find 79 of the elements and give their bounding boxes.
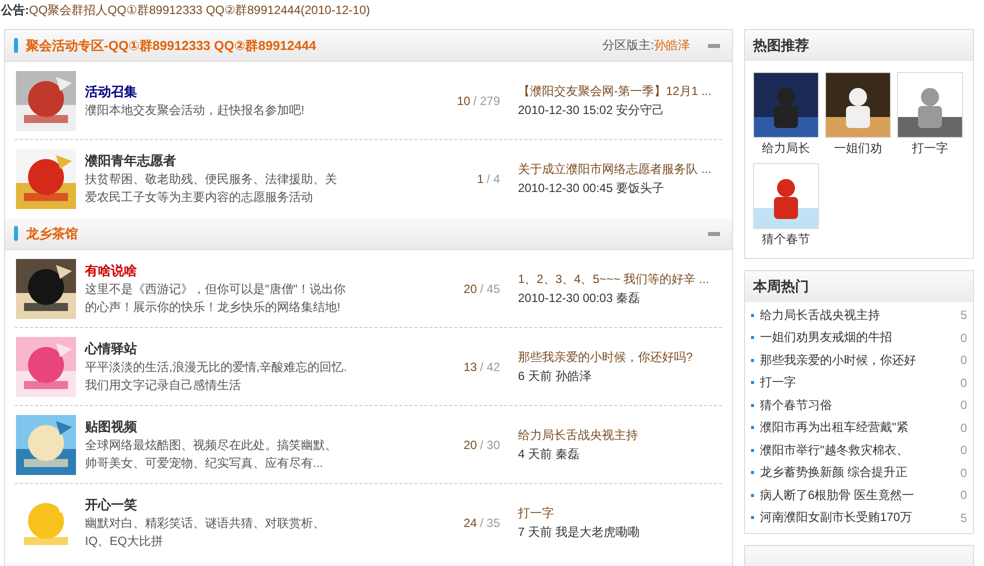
forum-description: 扶贫帮困、敬老助残、便民服务、法律援助、关爱农民工子女等为主要内容的志愿服务活动 — [85, 171, 338, 206]
post-count: / 279 — [473, 94, 500, 108]
forum-title[interactable]: 贴图视频 — [85, 418, 430, 436]
picture-caption[interactable]: 一姐们劝 — [834, 140, 882, 157]
picture-caption[interactable]: 给力局长 — [762, 140, 810, 157]
hot-topic-link[interactable]: 打一字 — [760, 374, 960, 392]
announcement-text[interactable]: QQ聚会群招人QQ①群89912333 QQ②群89912444(2010-12-10) — [29, 3, 370, 17]
bullet-icon — [751, 314, 754, 317]
last-post-link[interactable]: 打一字 — [518, 504, 722, 523]
bullet-icon — [751, 471, 754, 474]
post-count: / 35 — [480, 516, 500, 530]
reply-count: 0 — [960, 420, 967, 435]
hot-topic-link[interactable]: 给力局长舌战央视主持 — [760, 306, 960, 324]
reply-count: 0 — [960, 330, 967, 345]
reply-count: 5 — [960, 308, 967, 322]
forum-title[interactable]: 濮阳青年志愿者 — [85, 152, 430, 170]
topic-count: 13 — [464, 360, 477, 374]
hot-topic-link[interactable]: 一姐们劝男友戒烟的牛招 — [760, 329, 960, 346]
reply-count: 0 — [960, 488, 967, 502]
topic-count: 20 — [464, 438, 477, 452]
last-post-link[interactable]: 那些我亲爱的小时候，你还好吗? — [518, 348, 722, 366]
picture-caption[interactable]: 打一字 — [912, 140, 948, 157]
last-post-link[interactable]: 给力局长舌战央视主持 — [518, 426, 722, 444]
reply-count: 5 — [960, 510, 967, 525]
hot-topic-link[interactable]: 濮阳市再为出租车经营戴"紧 — [760, 419, 960, 436]
hot-topic-link[interactable]: 龙乡蓄势换新颜 综合提升正 — [760, 464, 960, 482]
panel-title: 热图推荐 — [753, 36, 809, 54]
hot-topic-link[interactable]: 病人断了6根肋骨 医生竟然一 — [760, 486, 960, 504]
last-post-link[interactable]: 关于成立濮阳市网络志愿者服务队 ... — [518, 160, 722, 179]
topic-count: 10 — [456, 94, 470, 108]
topic-count: 1 — [476, 172, 484, 186]
reply-count: 0 — [960, 353, 967, 368]
bullet-icon — [751, 426, 754, 430]
post-count: / 45 — [480, 282, 500, 296]
marker-icon — [14, 38, 18, 53]
bullet-icon — [751, 336, 754, 340]
forum-description: 全球网络最炫酷图、视频尽在此处。搞笑幽默、帅哥美女、可爱宠物、纪实写真、应有尽有... — [85, 436, 338, 472]
last-post-link[interactable]: 【濮阳交友聚会网-第一季】12月1 ... — [518, 82, 722, 100]
last-post-meta: 2010-12-30 15:02 安分守己 — [518, 102, 666, 118]
bullet-icon — [751, 404, 754, 407]
collapse-icon[interactable] — [708, 44, 720, 48]
topic-count: 24 — [464, 516, 477, 530]
forum-description: 濮阳本地交友聚会活动，赶快报名参加吧! — [85, 102, 306, 118]
hot-topic-link[interactable]: 河南濮阳女副市长受贿170万 — [760, 509, 960, 526]
hot-topic-link[interactable]: 濮阳市举行"越冬救灾棉衣、 — [760, 442, 960, 459]
forum-description: 这里不是《西游记》，但你可以是"唐僧"！说出你的心声！展示你的快乐！龙乡快乐的网络集结地! — [85, 280, 347, 316]
moderator-label: 分区版主: — [602, 37, 654, 54]
post-count: / 42 — [480, 360, 500, 374]
forum-title[interactable]: 开心一笑 — [85, 496, 430, 514]
marker-icon — [14, 226, 18, 241]
forum-description: 平平淡淡的生活,浪漫无比的爱情,辛酸难忘的回忆.我们用文字记录自己感情生活 — [85, 358, 347, 394]
forum-title[interactable]: 有啥说啥 — [85, 262, 430, 280]
reply-count: 0 — [960, 466, 967, 480]
bullet-icon — [751, 516, 754, 520]
bullet-icon — [751, 381, 754, 384]
bullet-icon — [751, 358, 754, 362]
hot-topic-link[interactable]: 猜个春节习俗 — [760, 396, 960, 414]
forum-description: 幽默对白、精彩笑话、谜语共猜、对联赏析、IQ、EQ大比拼 — [85, 515, 326, 550]
last-post-meta: 2010-12-30 00:03 秦磊 — [518, 290, 642, 306]
post-count: / 30 — [480, 438, 500, 452]
reply-count: 0 — [960, 376, 967, 390]
announcement-label: 公告: — [1, 3, 29, 17]
collapse-icon[interactable] — [708, 232, 720, 236]
last-post-meta: 2010-12-30 00:45 要饭头子 — [518, 180, 666, 197]
last-post-link[interactable]: 1、2、3、4、5~~~ 我们等的好辛 ... — [518, 270, 722, 288]
picture-caption[interactable]: 猜个春节 — [762, 231, 810, 248]
last-post-meta: 6 天前 孙皓泽 — [518, 368, 592, 384]
forum-title[interactable]: 活动召集 — [85, 82, 430, 100]
bullet-icon — [751, 494, 754, 497]
hot-topic-link[interactable]: 那些我亲爱的小时候，你还好 — [760, 352, 960, 369]
bullet-icon — [751, 448, 754, 452]
last-post-meta: 4 天前 秦磊 — [518, 446, 580, 462]
forum-title[interactable]: 心情驿站 — [85, 340, 430, 358]
panel-title: 本周热门 — [753, 278, 809, 296]
topic-count: 20 — [464, 282, 477, 296]
reply-count: 0 — [960, 398, 967, 412]
reply-count: 0 — [960, 443, 967, 458]
last-post-meta: 7 天前 我是大老虎嘞嘞 — [518, 524, 640, 541]
post-count: / 4 — [486, 172, 500, 186]
